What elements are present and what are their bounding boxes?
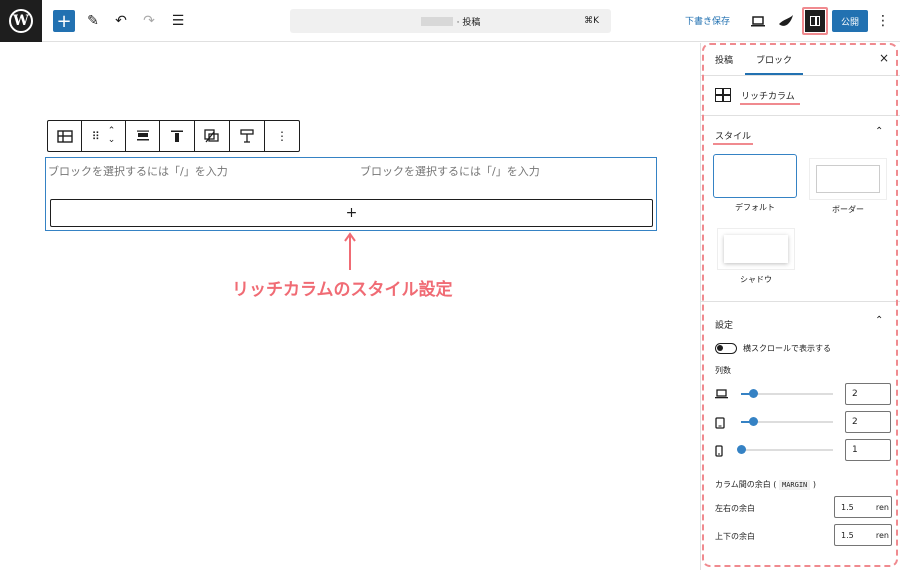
undo-icon[interactable]: ↶ <box>110 10 132 32</box>
tab-post[interactable]: 投稿 <box>715 53 733 66</box>
styles-panel-header[interactable]: スタイル ⌃ <box>701 118 900 150</box>
column-count-row: 2 <box>715 411 891 433</box>
columns-icon <box>715 88 731 102</box>
active-tab-indicator <box>745 73 803 75</box>
more-vertical-icon[interactable]: ⋮ <box>872 10 894 32</box>
post-title-blur <box>420 16 453 26</box>
theme-icon[interactable] <box>775 10 797 32</box>
move-icon[interactable]: ⌃ ⌄ <box>108 127 116 145</box>
style-preview <box>809 158 887 200</box>
close-icon[interactable]: × <box>879 51 889 65</box>
vertical-margin-input[interactable]: 1.5 ren <box>834 524 892 546</box>
slider-thumb[interactable] <box>749 389 758 398</box>
style-label: デフォルト <box>735 203 775 212</box>
column-count-input[interactable]: 2 <box>845 383 891 405</box>
width-icon[interactable] <box>230 121 265 151</box>
desktop-icon <box>715 389 728 402</box>
style-shadow[interactable]: シャドウ <box>717 228 795 288</box>
margin-value: 1.5 <box>841 531 854 540</box>
margin-unit[interactable]: ren <box>876 531 889 540</box>
search-shortcut: ⌘K <box>584 16 599 26</box>
annotation-label: リッチカラムのスタイル設定 <box>232 280 453 300</box>
toggle-label: 横スクロールで表示する <box>743 344 831 353</box>
publish-button[interactable]: 公開 <box>832 10 868 32</box>
column-placeholder[interactable]: ブロックを選択するには「/」を入力 <box>360 163 540 179</box>
tab-block[interactable]: ブロック <box>756 53 792 66</box>
mobile-icon <box>715 445 723 460</box>
add-block-button[interactable]: + <box>53 10 75 32</box>
pen-icon[interactable]: ✎ <box>82 10 104 32</box>
column-placeholder[interactable]: ブロックを選択するには「/」を入力 <box>48 163 228 179</box>
style-preview <box>717 228 795 270</box>
highlight-underline <box>740 103 800 105</box>
toggle-knob <box>717 345 723 351</box>
style-label: シャドウ <box>740 275 772 284</box>
redo-icon[interactable]: ↷ <box>138 10 160 32</box>
desktop-view-icon[interactable] <box>747 10 769 32</box>
settings-title: 設定 <box>715 321 734 331</box>
list-view-icon[interactable]: ☰ <box>167 10 189 32</box>
drag-icon[interactable]: ⠿ <box>92 130 100 143</box>
slider-thumb[interactable] <box>737 445 746 454</box>
sidebar-toggle-button[interactable] <box>802 7 828 35</box>
settings-sidebar: 投稿 ブロック × リッチカラム スタイル ⌃ デフォルト ボーダー シャドウ … <box>700 43 900 570</box>
divider <box>701 301 900 302</box>
horizontal-scroll-toggle[interactable] <box>715 343 737 354</box>
margin-value: 1.5 <box>841 503 854 512</box>
columns-label: 列数 <box>715 366 731 375</box>
columns-block-switcher[interactable] <box>48 121 82 151</box>
styles-title: スタイル <box>715 132 752 142</box>
search-title: · 投稿 <box>456 17 481 28</box>
column-count-row: 1 <box>715 439 891 461</box>
margin-label: カラム間の余白 ( MARGIN ) <box>715 479 816 490</box>
rich-columns-block[interactable]: ブロックを選択するには「/」を入力 ブロックを選択するには「/」を入力 + <box>45 157 657 231</box>
save-draft-button[interactable]: 下書き保存 <box>685 14 730 27</box>
sidebar-toggle-icon <box>810 16 820 26</box>
margin-code: MARGIN <box>778 480 811 490</box>
style-icon[interactable] <box>195 121 230 151</box>
block-name: リッチカラム <box>741 92 795 102</box>
tablet-icon <box>715 417 725 432</box>
chevron-up-icon[interactable]: ⌃ <box>875 126 883 137</box>
style-default[interactable]: デフォルト <box>713 154 797 214</box>
column-count-input[interactable]: 2 <box>845 411 891 433</box>
margin-unit[interactable]: ren <box>876 503 889 512</box>
block-card: リッチカラム <box>701 76 900 116</box>
slider-thumb[interactable] <box>749 417 758 426</box>
horizontal-margin-input[interactable]: 1.5 ren <box>834 496 892 518</box>
more-icon[interactable]: ⋮ <box>265 121 299 151</box>
vertical-align-icon[interactable] <box>160 121 195 151</box>
column-count-row: 2 <box>715 383 891 405</box>
horizontal-margin-label: 左右の余白 <box>715 504 755 513</box>
margin-label-text: カラム間の余白 ( <box>715 480 777 489</box>
style-preview <box>713 154 797 198</box>
highlight-underline <box>713 143 753 145</box>
columns-icon <box>56 129 73 143</box>
wordpress-icon: W <box>9 9 33 33</box>
column-count-input[interactable]: 1 <box>845 439 891 461</box>
annotation-arrow-icon <box>344 232 356 270</box>
align-icon[interactable] <box>126 121 160 151</box>
block-appender-button[interactable]: + <box>50 199 653 227</box>
style-border[interactable]: ボーダー <box>809 158 887 218</box>
slider-track <box>741 449 833 451</box>
margin-label-close: ) <box>812 480 816 489</box>
settings-panel-header[interactable]: 設定 ⌃ <box>701 307 900 339</box>
block-toolbar: ⠿ ⌃ ⌄ ⋮ <box>47 120 300 152</box>
vertical-margin-label: 上下の余白 <box>715 532 755 541</box>
style-label: ボーダー <box>832 205 864 214</box>
drag-move-group[interactable]: ⠿ ⌃ ⌄ <box>82 121 126 151</box>
top-toolbar: W + ✎ ↶ ↷ ☰ · 投稿 ⌘K 下書き保存 公開 ⋮ <box>0 0 900 42</box>
wordpress-logo-button[interactable]: W <box>0 0 42 42</box>
sidebar-tabs: 投稿 ブロック × <box>701 43 900 76</box>
chevron-up-icon[interactable]: ⌃ <box>875 315 883 326</box>
command-search[interactable]: · 投稿 ⌘K <box>290 9 611 33</box>
